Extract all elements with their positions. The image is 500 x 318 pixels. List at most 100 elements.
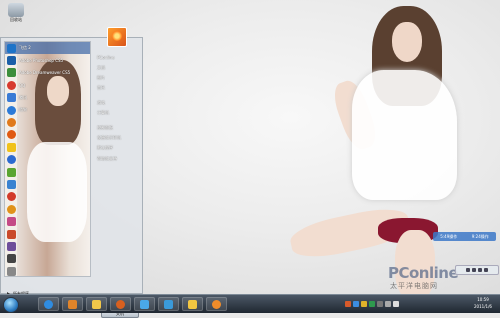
program-item[interactable]: 腾讯 bbox=[5, 92, 90, 104]
program-icon bbox=[7, 179, 16, 189]
start-link-pconline[interactable]: PConline bbox=[94, 52, 140, 62]
taskbar-app-button[interactable] bbox=[86, 297, 107, 311]
tencent-icon bbox=[7, 93, 16, 103]
folder-icon bbox=[92, 299, 101, 309]
taskbar-clock[interactable]: 10:59 2011/1/6 bbox=[468, 296, 498, 312]
start-menu: 飞信 2 Adobe Photoshop CS5 Adobe Dreamweav… bbox=[0, 37, 143, 318]
program-item[interactable] bbox=[5, 265, 90, 276]
media-controls[interactable] bbox=[455, 265, 499, 275]
start-link-documents[interactable]: 文档 bbox=[94, 62, 140, 72]
start-link-games[interactable]: 游戏 bbox=[94, 98, 140, 108]
wallpaper-art bbox=[352, 70, 457, 200]
taskbar-app-button[interactable] bbox=[110, 297, 131, 311]
program-item[interactable] bbox=[5, 228, 90, 240]
gadget-right-text: 9:24操作 bbox=[471, 233, 489, 239]
program-item[interactable]: Adobe Photoshop CS5 bbox=[5, 54, 90, 66]
wallpaper-art bbox=[392, 22, 422, 62]
start-link-devices-printers[interactable]: 设备和打印机 bbox=[94, 133, 140, 143]
start-link-control-panel[interactable]: 控制面板 bbox=[94, 122, 140, 132]
program-icon bbox=[7, 130, 16, 140]
media-icon bbox=[68, 299, 77, 309]
tray-icon[interactable] bbox=[353, 301, 359, 307]
program-icon bbox=[7, 266, 16, 276]
program-item[interactable]: 酷狗 bbox=[5, 104, 90, 116]
program-icon bbox=[7, 192, 16, 202]
start-menu-right-pane: PConline 文档 图片 音乐 游戏 计算机 控制面板 设备和打印机 默认程… bbox=[94, 52, 140, 164]
media-prev-icon[interactable] bbox=[466, 268, 470, 272]
media-next-icon[interactable] bbox=[478, 268, 482, 272]
program-label: 腾讯 bbox=[19, 94, 27, 100]
program-item[interactable] bbox=[5, 215, 90, 227]
program-icon bbox=[7, 167, 16, 177]
program-item[interactable] bbox=[5, 154, 90, 166]
program-icon bbox=[7, 204, 16, 214]
program-icon bbox=[7, 254, 16, 264]
flag-icon[interactable] bbox=[393, 301, 399, 307]
start-link-default-programs[interactable]: 默认程序 bbox=[94, 143, 140, 153]
program-label: 酷狗 bbox=[19, 107, 27, 113]
system-tray bbox=[345, 299, 399, 309]
app-icon bbox=[212, 299, 221, 309]
taskbar-app-button[interactable] bbox=[62, 297, 83, 311]
firefox-icon bbox=[116, 299, 125, 309]
watermark-subtitle: 太平洋电脑网 bbox=[390, 282, 438, 290]
program-icon bbox=[7, 217, 16, 227]
app-icon bbox=[140, 299, 149, 309]
taskbar: 10:59 2011/1/6 bbox=[0, 294, 500, 313]
program-item[interactable]: Adobe Dreamweaver CS5 bbox=[5, 67, 90, 79]
tray-icon[interactable] bbox=[361, 301, 367, 307]
program-label: Adobe Dreamweaver CS5 bbox=[19, 70, 71, 76]
taskbar-app-button[interactable] bbox=[206, 297, 227, 311]
start-link-pictures[interactable]: 图片 bbox=[94, 73, 140, 83]
app-icon bbox=[164, 299, 173, 309]
program-item[interactable] bbox=[5, 178, 90, 190]
program-item[interactable] bbox=[5, 166, 90, 178]
program-label: QQ bbox=[19, 82, 26, 88]
tray-icon[interactable] bbox=[345, 301, 351, 307]
start-link-help[interactable]: 帮助和支持 bbox=[94, 154, 140, 164]
tray-icon[interactable] bbox=[369, 301, 375, 307]
program-item[interactable] bbox=[5, 141, 90, 153]
program-item[interactable] bbox=[5, 253, 90, 265]
media-play-icon[interactable] bbox=[472, 268, 476, 272]
program-icon bbox=[7, 118, 16, 128]
program-item[interactable] bbox=[5, 203, 90, 215]
photoshop-icon bbox=[7, 56, 16, 66]
program-icon bbox=[7, 142, 16, 152]
dreamweaver-icon bbox=[7, 68, 16, 78]
program-icon bbox=[7, 241, 16, 251]
start-link-music[interactable]: 音乐 bbox=[94, 83, 140, 93]
taskbar-app-button[interactable] bbox=[182, 297, 203, 311]
kugou-icon bbox=[7, 105, 16, 115]
program-item[interactable]: QQ bbox=[5, 79, 90, 91]
gadget-left-text: 5:49操作 bbox=[440, 233, 458, 239]
program-label: Adobe Photoshop CS5 bbox=[19, 58, 64, 64]
clock-time: 10:59 bbox=[477, 297, 489, 302]
watermark-brand: PConline bbox=[388, 264, 459, 282]
network-icon[interactable] bbox=[377, 301, 383, 307]
program-icon bbox=[7, 229, 16, 239]
clock-date: 2011/1/6 bbox=[474, 304, 492, 309]
user-avatar[interactable] bbox=[107, 27, 127, 47]
taskbar-app-button[interactable] bbox=[38, 297, 59, 311]
recycle-bin-icon bbox=[8, 3, 24, 17]
desktop-icon-label: 回收站 bbox=[10, 17, 22, 22]
desktop-gadget[interactable]: 5:49操作 9:24操作 bbox=[433, 232, 496, 241]
program-item[interactable] bbox=[5, 116, 90, 128]
volume-icon[interactable] bbox=[385, 301, 391, 307]
program-label: 飞信 2 bbox=[19, 45, 31, 51]
flower-icon bbox=[112, 31, 122, 41]
program-item[interactable] bbox=[5, 240, 90, 252]
desktop-recycle-bin[interactable]: 回收站 bbox=[4, 3, 28, 23]
media-stop-icon[interactable] bbox=[484, 268, 488, 272]
start-button[interactable] bbox=[3, 297, 19, 313]
program-item[interactable] bbox=[5, 191, 90, 203]
start-link-computer[interactable]: 计算机 bbox=[94, 108, 140, 118]
taskbar-app-button[interactable] bbox=[158, 297, 179, 311]
program-icon bbox=[7, 155, 16, 165]
taskbar-app-button[interactable] bbox=[134, 297, 155, 311]
program-icon bbox=[7, 43, 16, 53]
program-item[interactable] bbox=[5, 129, 90, 141]
folder-icon bbox=[188, 299, 197, 309]
program-item[interactable]: 飞信 2 bbox=[5, 42, 90, 55]
